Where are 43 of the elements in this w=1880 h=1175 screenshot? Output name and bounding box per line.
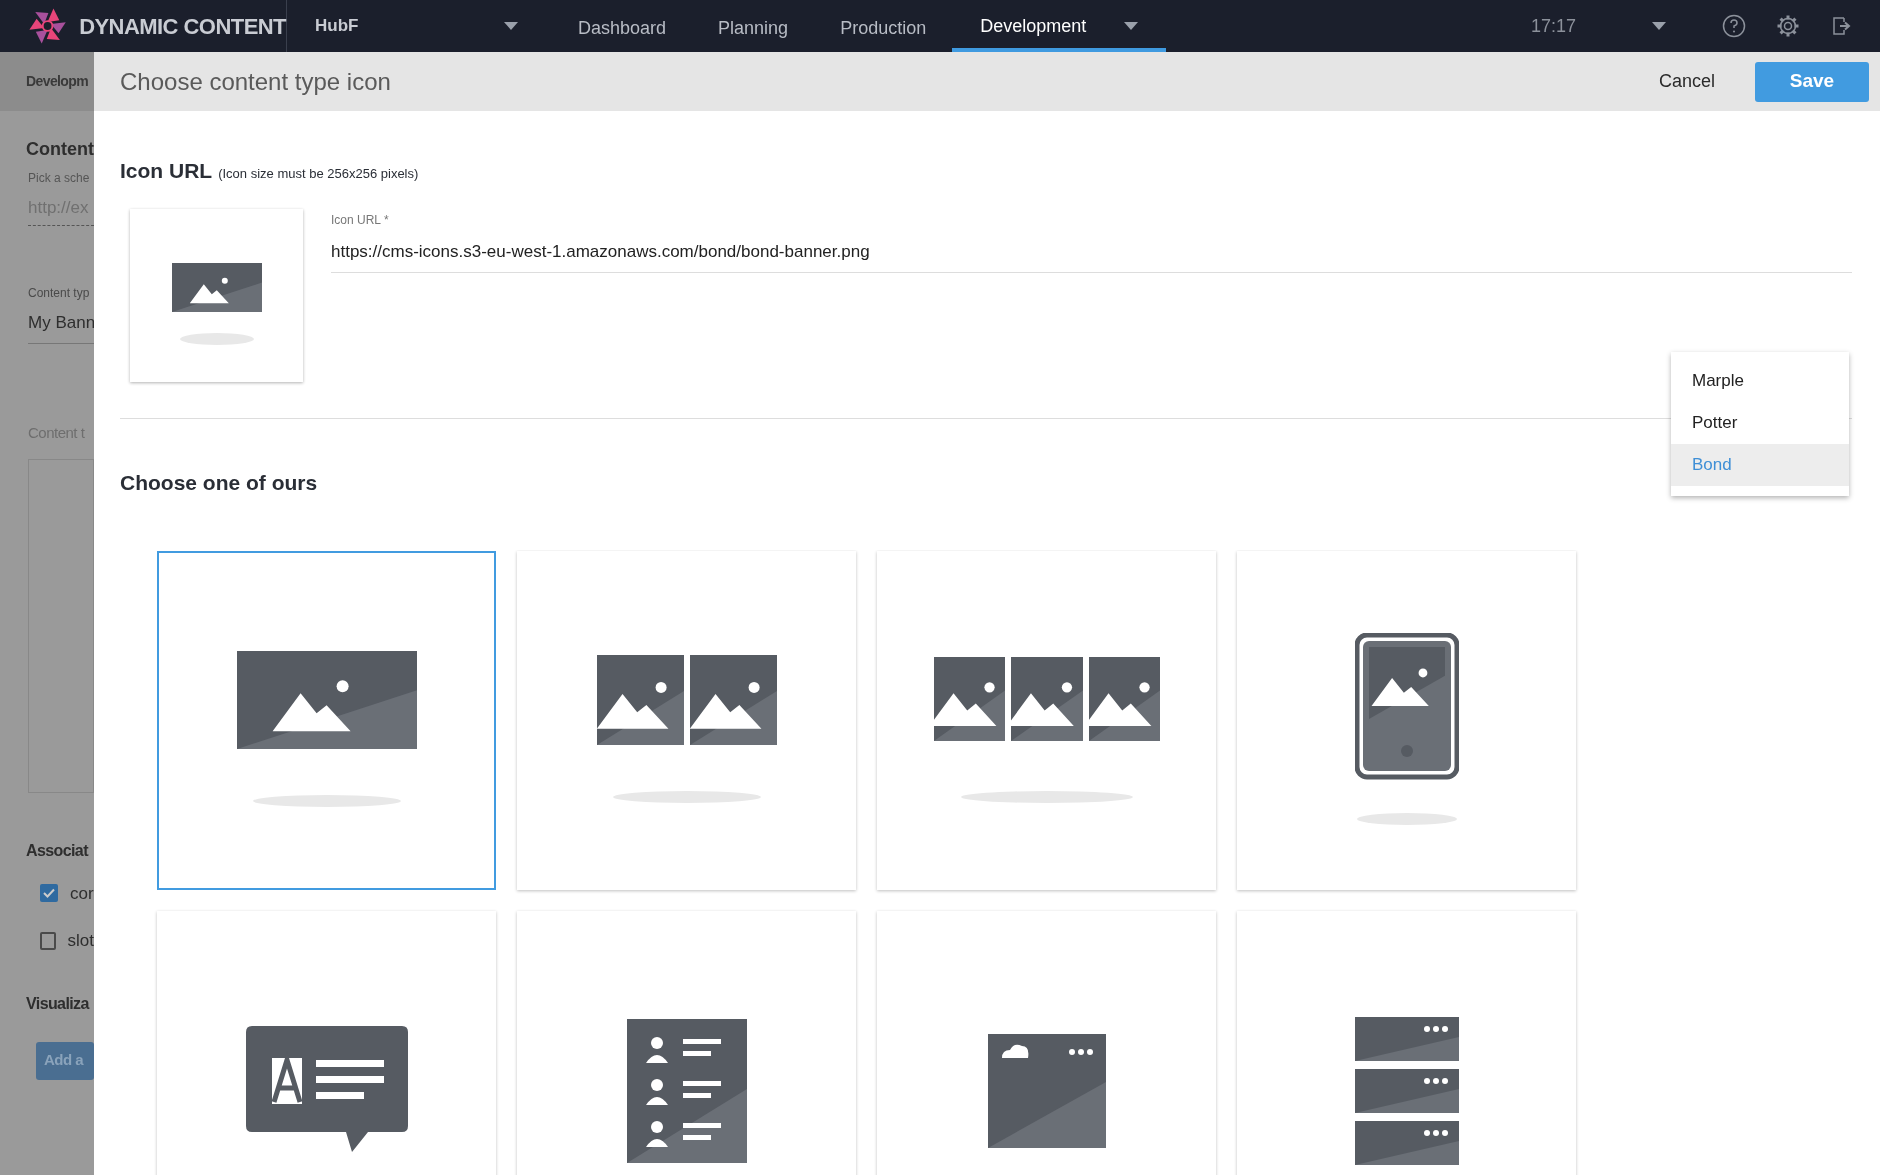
caret-icon bbox=[1652, 22, 1666, 30]
settings-icon[interactable] bbox=[1776, 14, 1800, 38]
menu-item[interactable]: Marple bbox=[1671, 360, 1849, 402]
nav-tab[interactable]: Production bbox=[814, 0, 953, 52]
icon-option-card[interactable] bbox=[517, 551, 856, 890]
help-icon[interactable] bbox=[1722, 14, 1746, 38]
nav-tab[interactable]: Dashboard bbox=[552, 0, 693, 52]
icon-option-card[interactable] bbox=[877, 911, 1216, 1175]
contact-list-icon bbox=[626, 1018, 747, 1163]
clock-time: 17:17 bbox=[1530, 14, 1576, 38]
menu-item[interactable]: Potter bbox=[1671, 402, 1849, 444]
hub-dropdown[interactable]: HubF bbox=[287, 0, 542, 52]
checkbox[interactable] bbox=[40, 884, 58, 903]
icon-option-card[interactable] bbox=[877, 551, 1216, 890]
section-heading: Icon URL bbox=[120, 158, 213, 184]
breadcrumb: Developm bbox=[26, 72, 89, 91]
section-heading: Choose one of ours bbox=[120, 469, 319, 496]
icon-option-card[interactable] bbox=[157, 551, 496, 890]
field-label: Content typ bbox=[28, 284, 91, 302]
nav-tab[interactable]: Planning bbox=[692, 0, 815, 52]
checkbox-label: slot bbox=[67, 930, 94, 952]
cancel-button[interactable]: Cancel bbox=[1642, 61, 1731, 102]
checkbox[interactable] bbox=[40, 931, 56, 950]
image-icon bbox=[171, 263, 262, 347]
icon-option-card[interactable] bbox=[1237, 551, 1576, 890]
app-title: DYNAMIC CONTENT bbox=[79, 12, 286, 41]
logo-icon bbox=[28, 6, 68, 46]
icon-option-card[interactable] bbox=[1237, 911, 1576, 1175]
checkmark-icon bbox=[43, 888, 55, 899]
icon-option-card[interactable] bbox=[517, 911, 856, 1175]
section-title: Associat bbox=[26, 840, 90, 861]
hint-text: Pick a sche bbox=[28, 170, 91, 187]
caret-icon bbox=[1124, 22, 1139, 30]
icon-option-card[interactable] bbox=[157, 911, 496, 1175]
section-title: Content bbox=[26, 138, 94, 161]
icon-url-field[interactable]: Icon URL * https://cms-icons.s3-eu-west-1.amazonaws.com/bond/bond-banner.png bbox=[331, 208, 1852, 273]
size-note: (Icon size must be 256x256 pixels) bbox=[218, 165, 419, 183]
cloud-card-icon bbox=[987, 1033, 1106, 1148]
caret-icon bbox=[504, 22, 518, 30]
stacked-panels-icon bbox=[1354, 1016, 1459, 1165]
panel-title: Choose content type icon bbox=[120, 66, 391, 97]
section-title: Visualiza bbox=[26, 993, 91, 1014]
checkbox-label: cor bbox=[70, 882, 94, 905]
